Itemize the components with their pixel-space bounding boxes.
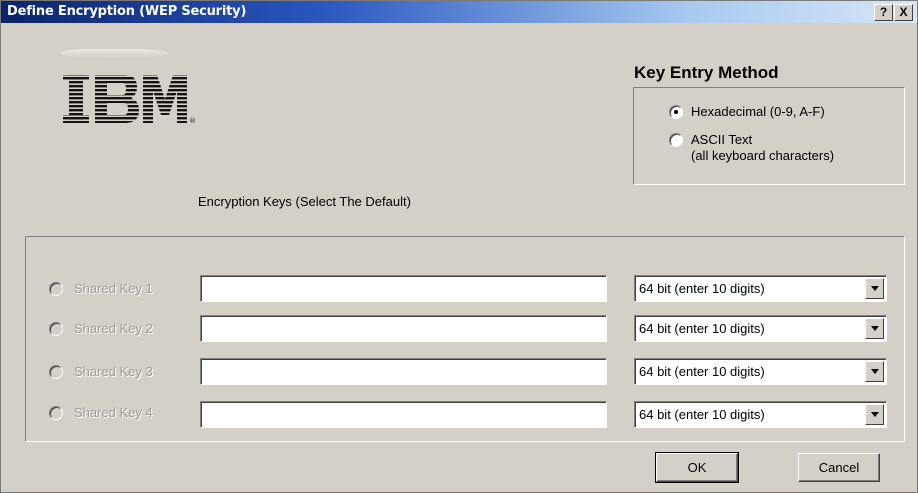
shared-key-1-label: Shared Key 1 (74, 281, 153, 296)
shared-key-3-length-value: 64 bit (enter 10 digits) (639, 364, 765, 379)
shared-key-1-length-select[interactable]: 64 bit (enter 10 digits) (634, 275, 887, 302)
close-button[interactable]: X (894, 4, 913, 21)
shared-key-2-length-select[interactable]: 64 bit (enter 10 digits) (634, 315, 887, 342)
hexadecimal-label[interactable]: Hexadecimal (0-9, A-F) (691, 104, 825, 120)
chevron-down-icon[interactable] (865, 404, 884, 425)
window-title: Define Encryption (WEP Security) (7, 4, 247, 19)
shared-key-2-length-value: 64 bit (enter 10 digits) (639, 321, 765, 336)
shared-key-2-radio[interactable] (49, 322, 63, 336)
shared-key-1-input[interactable] (200, 275, 607, 302)
shared-key-3-label: Shared Key 3 (74, 364, 153, 379)
shared-key-3-radio[interactable] (49, 365, 63, 379)
shared-key-2-label: Shared Key 2 (74, 321, 153, 336)
shared-key-4-label: Shared Key 4 (74, 405, 153, 420)
ascii-text-label[interactable]: ASCII Text (691, 132, 752, 148)
chevron-down-icon[interactable] (865, 318, 884, 339)
shared-key-4-radio[interactable] (49, 406, 63, 420)
ibm-logo: ® (61, 49, 196, 125)
title-bar[interactable]: Define Encryption (WEP Security) ? X (1, 1, 917, 23)
ascii-text-radio[interactable] (669, 133, 683, 147)
shared-key-4-input[interactable] (200, 401, 607, 428)
shared-key-1-radio[interactable] (49, 282, 63, 296)
hexadecimal-radio[interactable] (669, 105, 683, 119)
shared-key-1-length-value: 64 bit (enter 10 digits) (639, 281, 765, 296)
shared-key-4-length-value: 64 bit (enter 10 digits) (639, 407, 765, 422)
shared-key-4-length-select[interactable]: 64 bit (enter 10 digits) (634, 401, 887, 428)
registered-mark: ® (189, 117, 196, 125)
shared-key-2-input[interactable] (200, 315, 607, 342)
shared-key-3-length-select[interactable]: 64 bit (enter 10 digits) (634, 358, 887, 385)
dialog-window: Define Encryption (WEP Security) ? X ® E… (0, 0, 918, 493)
shared-key-3-input[interactable] (200, 358, 607, 385)
ascii-text-sublabel: (all keyboard characters) (691, 148, 835, 163)
help-button[interactable]: ? (874, 4, 893, 21)
chevron-down-icon[interactable] (865, 278, 884, 299)
ok-button[interactable]: OK (655, 452, 739, 483)
key-entry-method-title: Key Entry Method (634, 63, 779, 82)
encryption-keys-label: Encryption Keys (Select The Default) (198, 194, 411, 209)
cancel-button[interactable]: Cancel (798, 453, 880, 482)
chevron-down-icon[interactable] (865, 361, 884, 382)
